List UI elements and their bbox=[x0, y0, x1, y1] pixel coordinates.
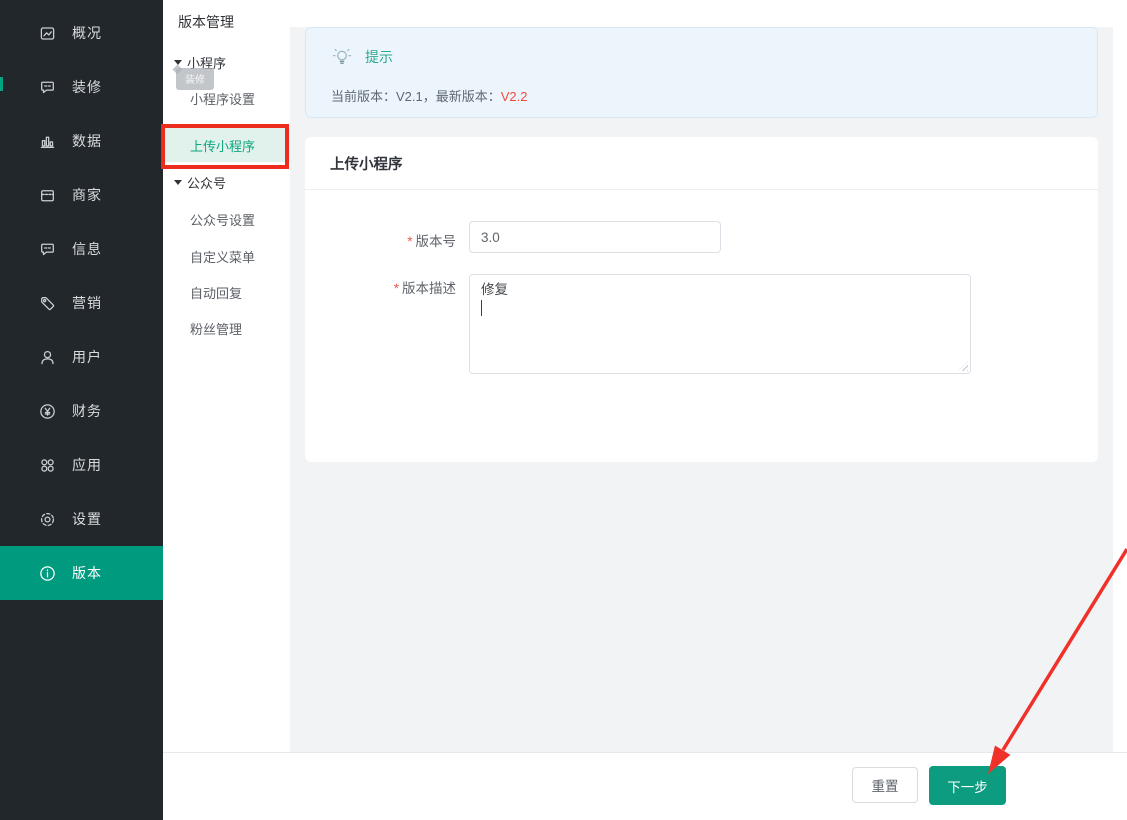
sidebar-item-label: 设置 bbox=[72, 511, 102, 527]
sidebar-item-decorate[interactable]: 装修 bbox=[0, 60, 163, 114]
field-label-text: 版本描述 bbox=[402, 281, 456, 296]
submenu-item-official-account-settings[interactable]: 公众号设置 bbox=[163, 208, 290, 230]
main-sidebar: 概况 装修 数据 商家 信息 营销 用户 财务 应用 设置 版本 bbox=[0, 0, 163, 820]
version-icon bbox=[40, 565, 55, 581]
submenu-group-label: 小程序 bbox=[187, 55, 227, 71]
submenu-item-miniprogram-settings[interactable]: 小程序设置 bbox=[163, 87, 290, 109]
overview-icon bbox=[40, 26, 55, 40]
sidebar-item-message[interactable]: 信息 bbox=[0, 222, 163, 276]
lightbulb-icon bbox=[332, 48, 352, 64]
version-description-wrap: 修复 bbox=[469, 274, 971, 374]
sidebar-item-overview[interactable]: 概况 bbox=[0, 6, 163, 60]
merchant-icon bbox=[41, 189, 54, 201]
sidebar-item-finance[interactable]: 财务 bbox=[0, 384, 163, 438]
scroll-gutter bbox=[1113, 0, 1127, 820]
sidebar-item-label: 概况 bbox=[72, 25, 102, 41]
sidebar-item-version[interactable]: 版本 bbox=[0, 546, 163, 600]
submenu-item-fans-management[interactable]: 粉丝管理 bbox=[163, 317, 290, 339]
version-number-input[interactable] bbox=[469, 221, 721, 253]
marketing-icon bbox=[41, 296, 55, 310]
submenu-item-custom-menu[interactable]: 自定义菜单 bbox=[163, 245, 290, 267]
latest-version-value: V2.2 bbox=[500, 89, 528, 104]
version-description-label: * 版本描述 bbox=[305, 277, 456, 297]
sidebar-item-label: 商家 bbox=[72, 187, 102, 203]
message-icon bbox=[41, 243, 54, 255]
version-tip-card: 提示 当前版本：V2.1，最新版本：V2.2 bbox=[305, 27, 1098, 118]
tip-title: 提示 bbox=[365, 49, 393, 65]
sidebar-item-label: 版本 bbox=[72, 565, 102, 581]
submenu-group-miniprogram[interactable]: 小程序 bbox=[163, 51, 290, 73]
settings-icon bbox=[40, 512, 55, 526]
sidebar-item-label: 用户 bbox=[72, 349, 102, 365]
caret-down-icon bbox=[174, 59, 182, 65]
submenu-item-label: 公众号设置 bbox=[190, 212, 256, 228]
sidebar-item-label: 财务 bbox=[72, 403, 102, 419]
submenu-title: 版本管理 bbox=[178, 14, 234, 30]
current-version-text: 当前版本：V2.1，最新版本： bbox=[331, 89, 501, 104]
sidebar-item-merchant[interactable]: 商家 bbox=[0, 168, 163, 222]
submenu-item-label: 粉丝管理 bbox=[190, 321, 243, 337]
submenu-item-label: 小程序设置 bbox=[190, 91, 256, 107]
data-icon bbox=[40, 136, 55, 148]
submenu-group-official-account[interactable]: 公众号 bbox=[163, 171, 290, 193]
field-label-text: 版本号 bbox=[415, 234, 457, 249]
submenu-item-auto-reply[interactable]: 自动回复 bbox=[163, 281, 290, 303]
tip-version-text: 当前版本：V2.1，最新版本：V2.2 bbox=[331, 86, 528, 105]
next-step-button[interactable]: 下一步 bbox=[929, 766, 1006, 805]
required-asterisk: * bbox=[393, 281, 399, 296]
finance-icon bbox=[40, 403, 55, 419]
submenu-group-label: 公众号 bbox=[187, 175, 227, 191]
version-submenu: 版本管理 小程序 装修 小程序设置 上传小程序 公众号 公众号设置 自定义菜单 … bbox=[163, 0, 290, 820]
required-asterisk: * bbox=[407, 234, 413, 249]
sidebar-item-data[interactable]: 数据 bbox=[0, 114, 163, 168]
decorate-icon bbox=[41, 81, 54, 93]
sidebar-item-label: 信息 bbox=[72, 241, 102, 257]
sidebar-item-settings[interactable]: 设置 bbox=[0, 492, 163, 546]
sidebar-item-label: 应用 bbox=[72, 457, 102, 473]
top-strip bbox=[290, 0, 1113, 27]
submenu-item-label: 自定义菜单 bbox=[190, 249, 256, 265]
submenu-item-label: 自动回复 bbox=[190, 285, 243, 301]
submenu-item-label: 上传小程序 bbox=[190, 138, 256, 154]
tip-header: 提示 bbox=[331, 46, 393, 68]
sidebar-item-marketing[interactable]: 营销 bbox=[0, 276, 163, 330]
caret-down-icon bbox=[174, 179, 182, 185]
apps-icon bbox=[41, 458, 54, 472]
sidebar-item-label: 数据 bbox=[72, 133, 102, 149]
form-title: 上传小程序 bbox=[305, 137, 1098, 190]
reset-button[interactable]: 重置 bbox=[852, 767, 918, 803]
sidebar-item-apps[interactable]: 应用 bbox=[0, 438, 163, 492]
sidebar-item-users[interactable]: 用户 bbox=[0, 330, 163, 384]
main-content: 提示 当前版本：V2.1，最新版本：V2.2 上传小程序 *版本号 *版本描述 … bbox=[290, 0, 1113, 820]
user-icon bbox=[41, 350, 54, 364]
form-action-bar: 重置 下一步 bbox=[163, 752, 1127, 820]
sidebar-item-label: 营销 bbox=[72, 295, 102, 311]
upload-form-card: 上传小程序 *版本号 *版本描述 修复 bbox=[305, 137, 1098, 462]
sidebar-item-label: 装修 bbox=[72, 79, 102, 95]
submenu-item-upload-miniprogram[interactable]: 上传小程序 bbox=[163, 128, 290, 162]
version-number-label: * 版本号 bbox=[305, 230, 456, 250]
version-description-textarea[interactable]: 修复 bbox=[469, 274, 971, 374]
version-upload-page: 概况 装修 数据 商家 信息 营销 用户 财务 应用 设置 版本 版本管理 小程… bbox=[0, 0, 1127, 820]
